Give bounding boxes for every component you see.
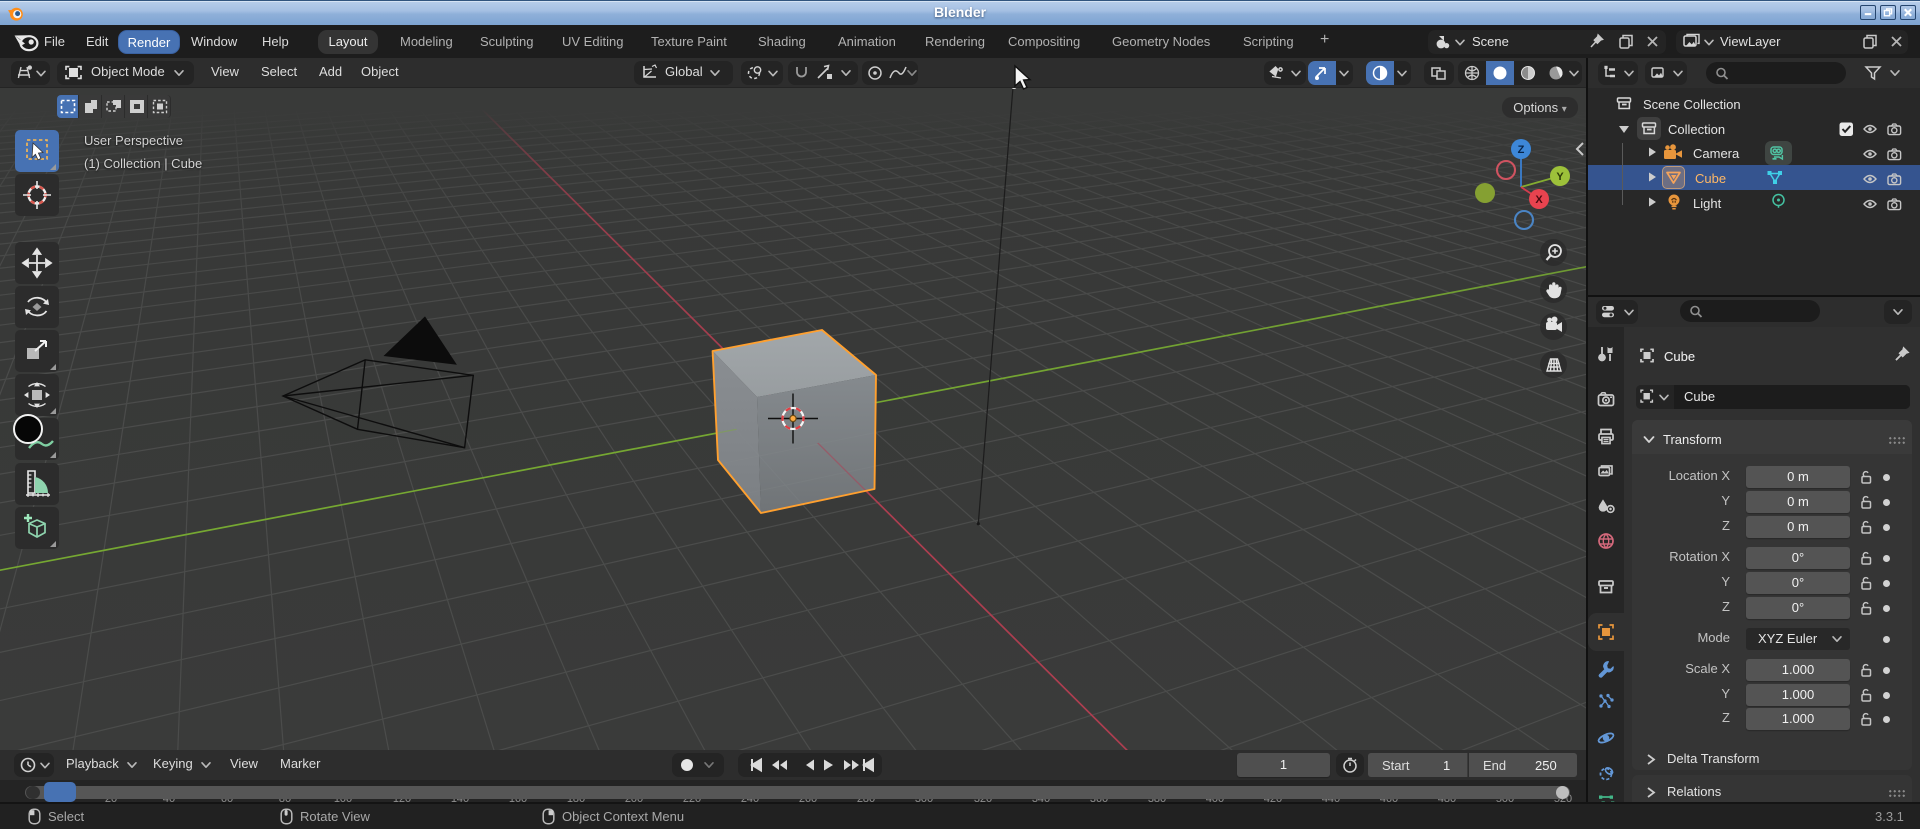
svg-text:X: X [1535,194,1543,206]
svg-text:Y: Y [1556,171,1564,183]
svg-text:Z: Z [1518,144,1525,156]
